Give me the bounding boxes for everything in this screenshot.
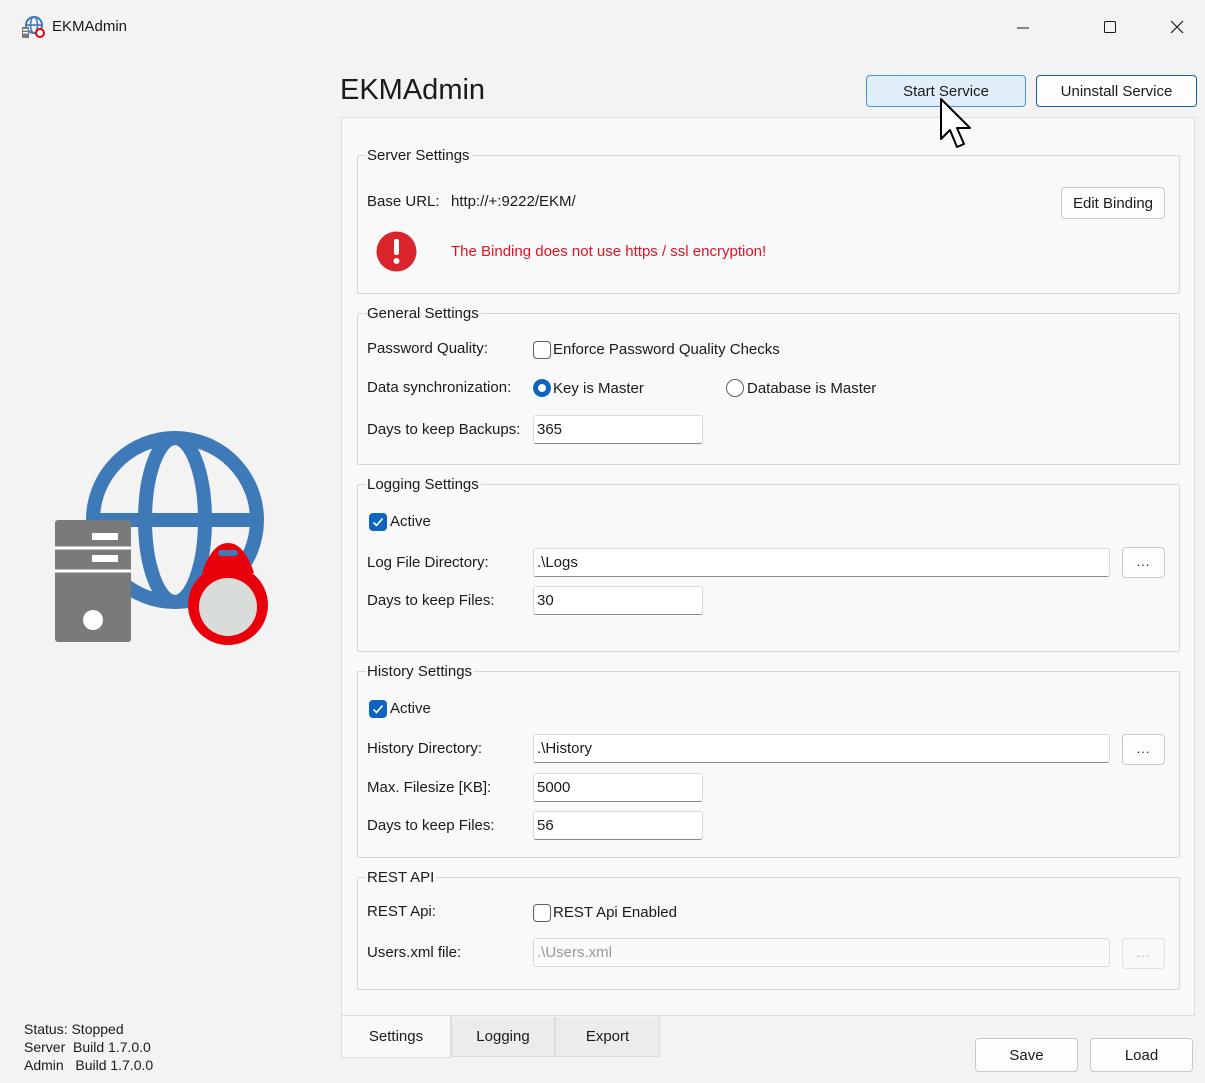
days-backups-input[interactable]: 365 — [533, 415, 703, 444]
history-dir-label: History Directory: — [367, 740, 483, 757]
rest-api-group — [357, 877, 1180, 990]
rest-api-label: REST Api: — [367, 903, 436, 920]
key-is-master-radio[interactable] — [533, 379, 551, 397]
window-title: EKMAdmin — [52, 18, 128, 35]
history-dir-browse-button[interactable]: ... — [1122, 734, 1165, 765]
history-active-label[interactable]: Active — [390, 700, 431, 717]
log-dir-label: Log File Directory: — [367, 554, 489, 571]
log-dir-browse-button[interactable]: ... — [1122, 547, 1165, 578]
server-settings-legend: Server Settings — [366, 147, 472, 164]
password-quality-label: Password Quality: — [367, 340, 488, 357]
logging-active-label[interactable]: Active — [390, 513, 431, 530]
days-backups-label: Days to keep Backups: — [367, 421, 521, 438]
users-file-input[interactable]: .\Users.xml — [533, 938, 1110, 967]
base-url-value: http://+:9222/EKM/ — [451, 193, 576, 210]
globe-server-key-logo — [55, 431, 268, 645]
load-button[interactable]: Load — [1090, 1038, 1193, 1072]
tab-logging[interactable]: Logging — [451, 1017, 555, 1057]
history-days-input[interactable]: 56 — [533, 811, 703, 840]
history-settings-legend: History Settings — [366, 663, 475, 680]
history-active-checkbox[interactable] — [369, 700, 387, 718]
server-build-text: Server Build 1.7.0.0 — [24, 1039, 151, 1055]
log-days-label: Days to keep Files: — [367, 592, 495, 609]
title-bar: EKMAdmin — [0, 0, 1205, 52]
history-days-label: Days to keep Files: — [367, 817, 495, 834]
general-settings-legend: General Settings — [366, 305, 481, 322]
users-file-label: Users.xml file: — [367, 944, 462, 961]
check-icon — [372, 517, 384, 527]
log-days-input[interactable]: 30 — [533, 586, 703, 615]
status-block: Status: Stopped Server Build 1.7.0.0 Adm… — [24, 1020, 153, 1074]
database-is-master-radio[interactable] — [726, 379, 744, 397]
base-url-label: Base URL: — [367, 193, 440, 210]
save-button[interactable]: Save — [975, 1038, 1078, 1072]
check-icon — [372, 704, 384, 714]
logging-settings-legend: Logging Settings — [366, 476, 481, 493]
log-dir-input[interactable]: .\Logs — [533, 548, 1110, 577]
logging-active-checkbox[interactable] — [369, 513, 387, 531]
database-is-master-label[interactable]: Database is Master — [747, 380, 876, 397]
maximize-icon — [1104, 21, 1116, 33]
rest-api-legend: REST API — [366, 869, 437, 886]
tab-settings[interactable]: Settings — [341, 1016, 451, 1058]
rest-api-enabled-label[interactable]: REST Api Enabled — [553, 904, 677, 921]
app-icon — [22, 16, 45, 38]
admin-build-text: Admin Build 1.7.0.0 — [24, 1057, 154, 1073]
data-sync-label: Data synchronization: — [367, 379, 512, 396]
maximize-button[interactable] — [1085, 10, 1135, 44]
enforce-password-checkbox[interactable] — [533, 341, 551, 359]
max-filesize-label: Max. Filesize [KB]: — [367, 779, 492, 796]
enforce-password-label[interactable]: Enforce Password Quality Checks — [553, 341, 780, 358]
rest-api-enabled-checkbox[interactable] — [533, 904, 551, 922]
minimize-icon — [1017, 27, 1029, 29]
tab-export[interactable]: Export — [555, 1017, 660, 1057]
edit-binding-button[interactable]: Edit Binding — [1061, 187, 1165, 219]
users-file-browse-button[interactable]: ... — [1122, 938, 1165, 969]
close-icon — [1170, 20, 1184, 34]
binding-warning-text: The Binding does not use https / ssl enc… — [451, 243, 767, 260]
close-button[interactable] — [1152, 10, 1202, 44]
key-is-master-label[interactable]: Key is Master — [553, 380, 644, 397]
max-filesize-input[interactable]: 5000 — [533, 773, 703, 802]
minimize-button[interactable] — [998, 10, 1048, 44]
status-text: Status: Stopped — [24, 1021, 124, 1037]
mouse-pointer-icon — [940, 98, 971, 148]
history-dir-input[interactable]: .\History — [533, 734, 1110, 763]
page-title: EKMAdmin — [340, 74, 486, 106]
server-settings-group — [357, 155, 1180, 294]
error-circle-icon — [376, 231, 417, 272]
uninstall-service-button[interactable]: Uninstall Service — [1036, 75, 1197, 107]
